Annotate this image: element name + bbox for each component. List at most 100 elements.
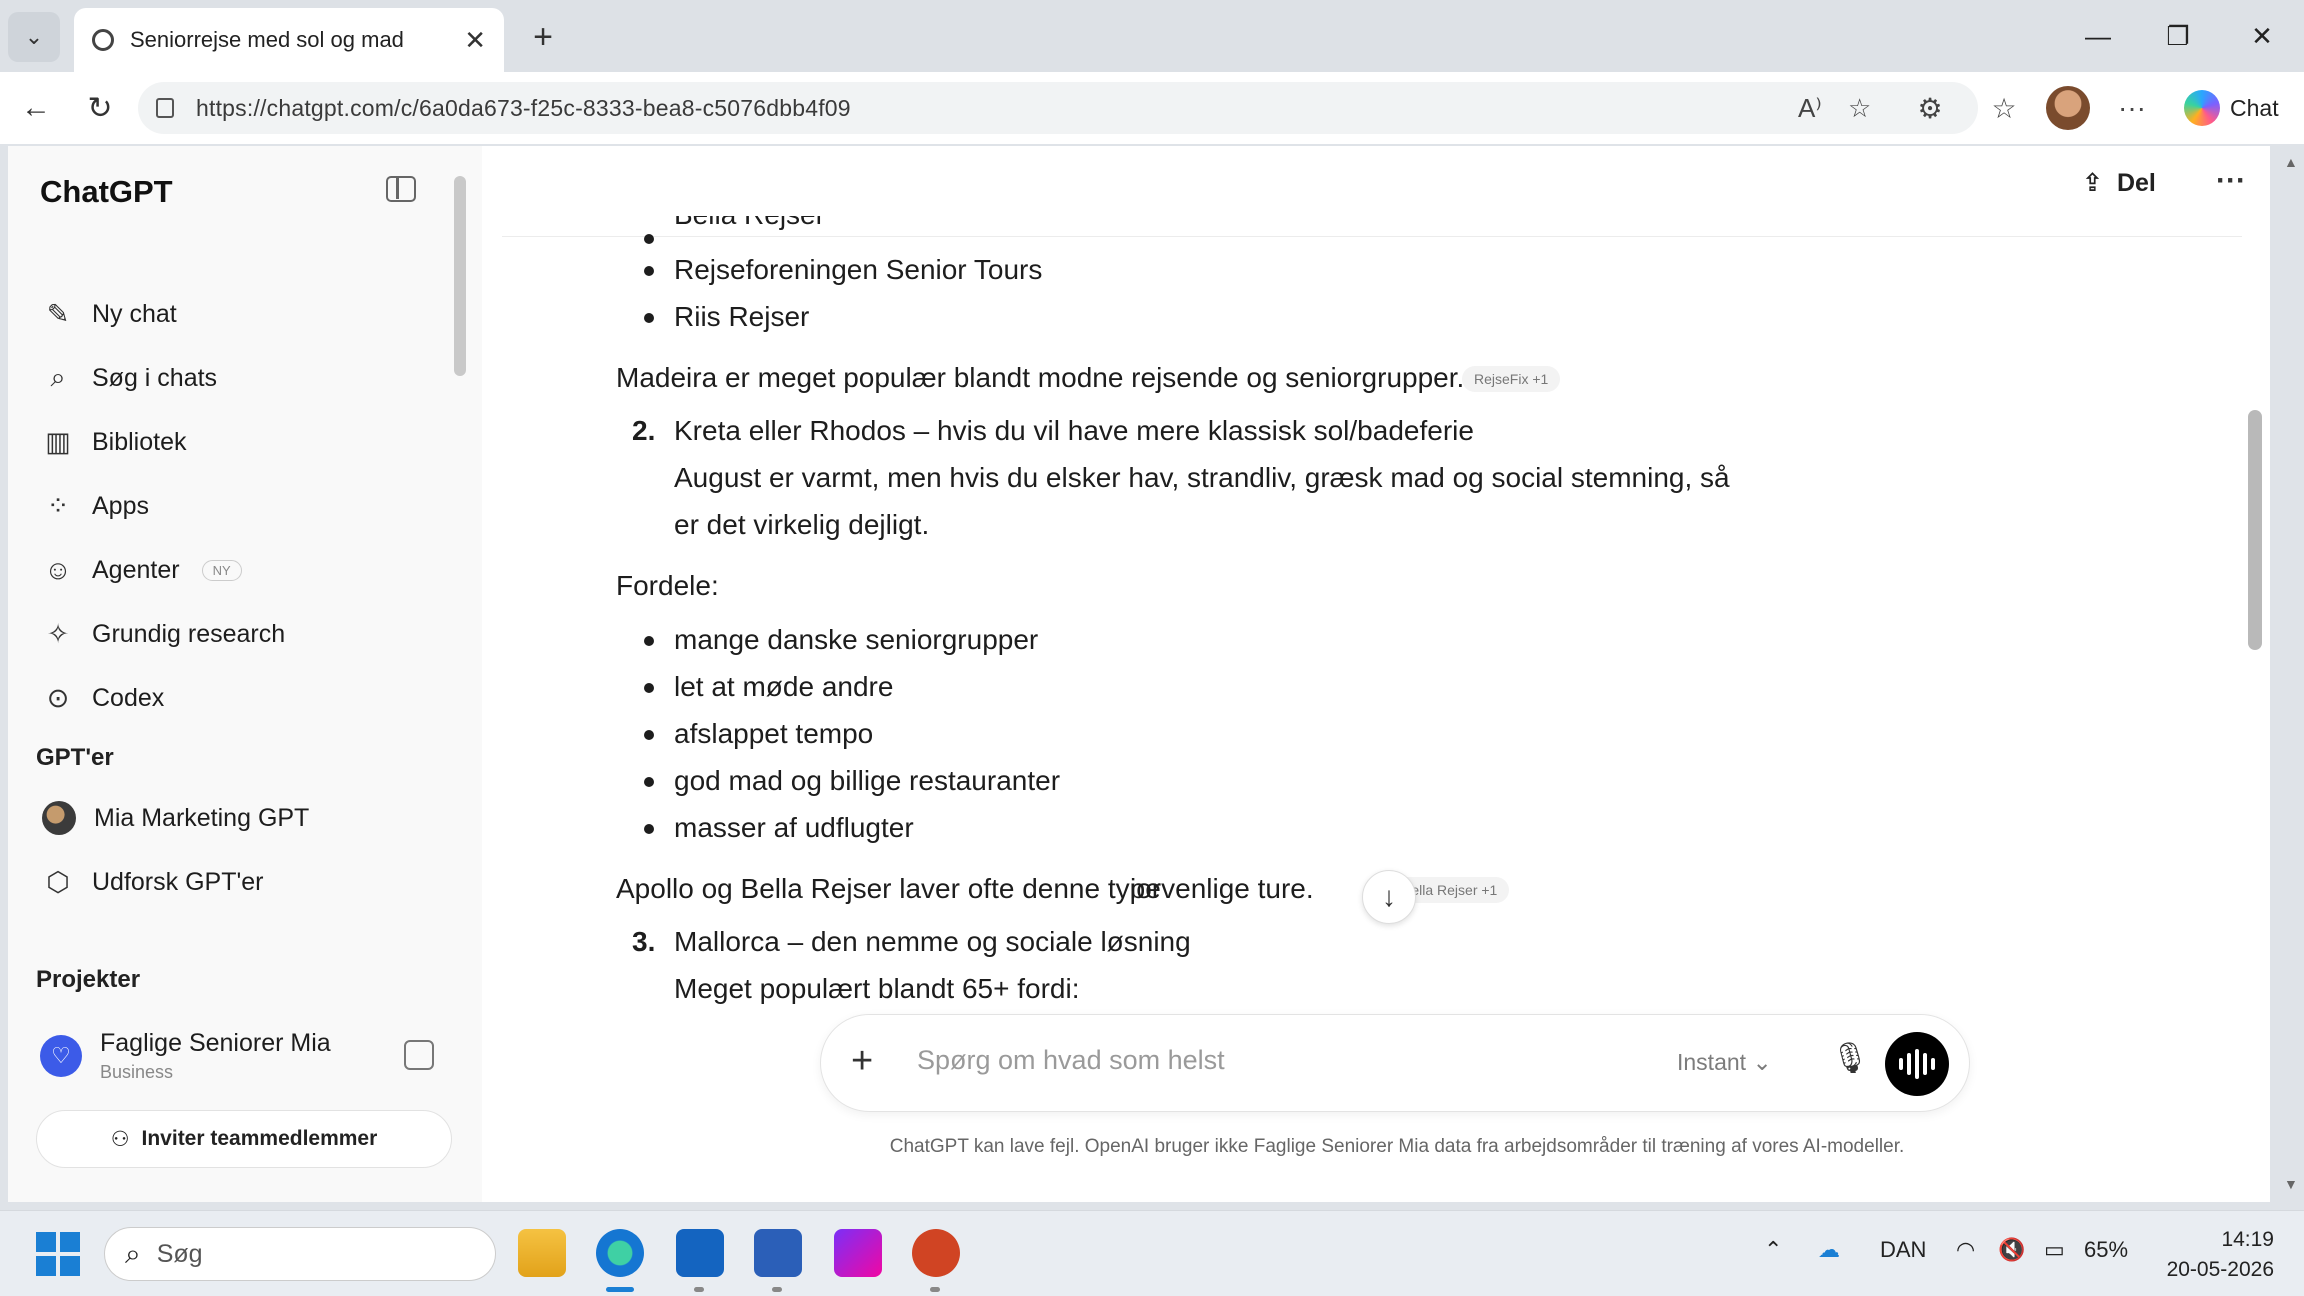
list-item: mange danske seniorgrupper	[674, 624, 1039, 655]
screen: ⌄ Seniorrejse med sol og mad ✕ + — ❐ ✕ ←…	[0, 0, 2304, 1296]
battery-icon[interactable]: ▭	[2044, 1237, 2065, 1263]
favorites-icon[interactable]: ☆	[1980, 84, 2028, 132]
address-bar[interactable]: https://chatgpt.com/c/6a0da673-f25c-8333…	[138, 82, 1978, 134]
workspace-plan: Business	[100, 1062, 174, 1082]
sidebar-item-codex[interactable]: ⊙ Codex	[32, 670, 452, 726]
prompt-input[interactable]: Spørg om hvad som helst	[917, 1045, 1225, 1076]
page-viewport: ChatGPT ✎ Ny chat ⌕ Søg i chats ▥ Biblio…	[8, 146, 2298, 1202]
edit-icon: ✎	[46, 298, 70, 329]
favorite-star-icon[interactable]: ☆	[1848, 82, 1871, 134]
microphone-icon[interactable]: 🎙	[1831, 1041, 1869, 1076]
sidebar-item-deep-research[interactable]: ✧ Grundig research	[32, 606, 452, 662]
restore-button[interactable]: ❐	[2148, 12, 2208, 60]
citation-chip[interactable]: RejseFix +1	[1462, 366, 1561, 392]
sidebar-item-agents[interactable]: ☺ Agenter NY	[32, 542, 452, 598]
list-item-title: Kreta eller Rhodos – hvis du vil have me…	[674, 415, 1474, 446]
windows-taskbar: ⌕ Søg ⌃ ☁ DAN ◠ 🔇 ▭ 65% 14:19 20-05-2026	[0, 1210, 2304, 1296]
minimize-button[interactable]: —	[2068, 12, 2128, 60]
lock-icon	[156, 98, 174, 118]
read-aloud-icon[interactable]: A⁾	[1798, 82, 1822, 134]
bullet	[644, 777, 654, 787]
refresh-button[interactable]: ↻	[76, 84, 124, 132]
scroll-down-arrow-icon[interactable]: ▼	[2284, 1176, 2298, 1192]
workspace-name: Faglige Seniorer Mia	[100, 1029, 331, 1057]
assistant-message: Bella Rejser Rejseforeningen Senior Tour…	[582, 216, 1882, 1086]
invite-team-button[interactable]: ⚇ Inviter teammedlemmer	[36, 1110, 452, 1168]
edge-browser-icon[interactable]	[596, 1229, 644, 1277]
sidebar-item-label: Søg i chats	[92, 363, 218, 392]
sidebar-item-search-chats[interactable]: ⌕ Søg i chats	[32, 350, 452, 406]
bullet	[644, 824, 654, 834]
list-number: 3.	[632, 926, 656, 957]
keyboard-language[interactable]: DAN	[1880, 1237, 1926, 1263]
list-item: god mad og billige restauranter	[674, 765, 1061, 796]
close-tab-icon[interactable]: ✕	[464, 25, 486, 56]
back-button[interactable]: ←	[12, 84, 60, 132]
close-window-button[interactable]: ✕	[2232, 12, 2292, 60]
list-item-body: er det virkelig dejligt.	[674, 509, 930, 540]
speaker-muted-icon[interactable]: 🔇	[1998, 1237, 2025, 1263]
gpt-avatar	[42, 801, 76, 835]
wifi-icon[interactable]: ◠	[1956, 1237, 1975, 1263]
sidebar-item-mia-marketing-gpt[interactable]: Mia Marketing GPT	[32, 790, 452, 846]
extensions-icon[interactable]: ⚙	[1906, 84, 1954, 132]
url-text: https://chatgpt.com/c/6a0da673-f25c-8333…	[196, 94, 851, 121]
sidebar-scrollbar[interactable]	[454, 176, 466, 376]
sidebar-item-new-chat[interactable]: ✎ Ny chat	[32, 286, 452, 342]
sidebar-item-label: Grundig research	[92, 619, 286, 648]
copilot-chat-button[interactable]: Chat	[2176, 82, 2294, 134]
share-label: Del	[2116, 168, 2156, 197]
scroll-up-arrow-icon[interactable]: ▲	[2284, 154, 2298, 170]
onedrive-cloud-icon[interactable]: ☁	[1818, 1237, 1840, 1263]
windows-start-icon[interactable]	[36, 1232, 80, 1276]
browser-tab-active[interactable]: Seniorrejse med sol og mad ✕	[74, 8, 504, 72]
sidebar-item-label: Apps	[92, 491, 149, 520]
profile-avatar[interactable]	[2046, 86, 2090, 130]
app-indicator	[694, 1287, 704, 1292]
scroll-to-bottom-button[interactable]: ↓	[1362, 870, 1416, 924]
gpts-heading: GPT'er	[36, 744, 114, 771]
powerpoint-icon[interactable]	[912, 1229, 960, 1277]
more-options-icon[interactable]: ···	[2108, 84, 2156, 132]
arrow-down-icon: ↓	[1382, 881, 1396, 912]
chevron-up-icon[interactable]: ⌃	[1764, 1237, 1782, 1263]
sidebar-item-library[interactable]: ▥ Bibliotek	[32, 414, 452, 470]
sidebar-item-explore-gpts[interactable]: ⬡ Udforsk GPT'er	[32, 854, 452, 910]
clock-time: 14:19	[2221, 1228, 2274, 1251]
file-explorer-icon[interactable]	[518, 1229, 566, 1277]
list-item: let at møde andre	[674, 671, 894, 702]
model-mode-selector[interactable]: Instant ⌄	[1677, 1049, 1772, 1076]
main-scrollbar[interactable]	[2248, 410, 2262, 650]
library-icon: ▥	[45, 426, 71, 457]
share-button[interactable]: ⇪ Del	[2082, 168, 2156, 198]
conversation-options-icon[interactable]: ···	[2216, 164, 2246, 198]
list-item-body: August er varmt, men hvis du elsker hav,…	[674, 462, 1730, 493]
voice-wave-bar	[1907, 1053, 1911, 1075]
bullet	[644, 683, 654, 693]
workspace-switcher[interactable]: ♡ Faglige Seniorer Mia Business	[34, 1016, 454, 1096]
voice-wave-bar	[1923, 1053, 1927, 1075]
sidebar-item-label: Mia Marketing GPT	[94, 803, 310, 832]
new-badge: NY	[201, 559, 242, 581]
sidebar-item-label: Ny chat	[92, 299, 177, 328]
sidebar-toggle-icon[interactable]	[386, 176, 416, 202]
telescope-icon: ✧	[46, 618, 70, 649]
add-attachment-icon[interactable]: +	[851, 1041, 873, 1081]
chatgpt-favicon-icon	[92, 29, 114, 51]
taskbar-search[interactable]: ⌕ Søg	[104, 1227, 496, 1281]
chevron-down-icon: ⌄	[1752, 1049, 1772, 1075]
outlook-icon[interactable]	[676, 1229, 724, 1277]
sidebar-item-apps[interactable]: ⁘ Apps	[32, 478, 452, 534]
message-composer: + Spørg om hvad som helst Instant ⌄ 🎙	[820, 1014, 1970, 1112]
clipchamp-icon[interactable]	[834, 1229, 882, 1277]
new-tab-button[interactable]: +	[520, 14, 566, 60]
add-user-icon: ⚇	[110, 1127, 130, 1151]
list-item: masser af udflugter	[674, 812, 914, 843]
tab-list-button[interactable]: ⌄	[8, 12, 60, 62]
word-icon[interactable]	[754, 1229, 802, 1277]
app-indicator	[772, 1287, 782, 1292]
disclaimer-text: ChatGPT kan lave fejl. OpenAI bruger ikk…	[889, 1136, 1905, 1157]
workspace-menu-icon[interactable]	[404, 1040, 434, 1070]
system-clock[interactable]: 14:19 20-05-2026	[2150, 1225, 2274, 1285]
voice-mode-button[interactable]	[1885, 1032, 1949, 1096]
